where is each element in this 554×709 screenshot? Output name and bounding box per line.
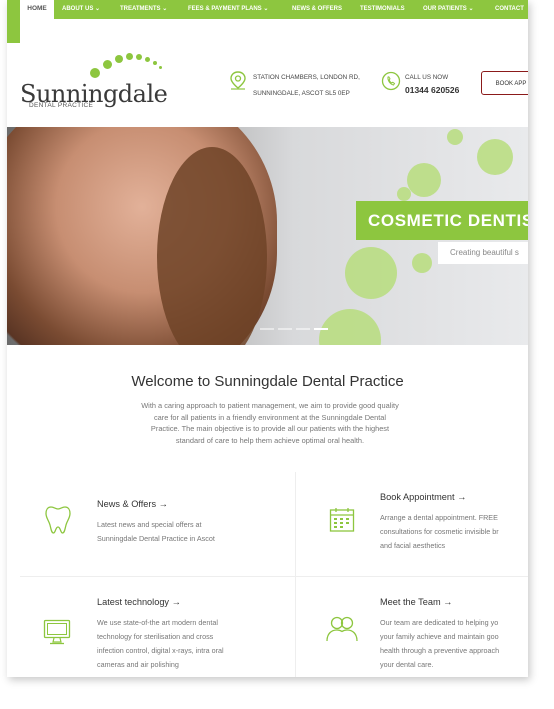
logo-dot bbox=[153, 61, 157, 65]
calendar-icon bbox=[329, 507, 355, 533]
feature-tech-desc-line: technology for sterilisation and cross bbox=[97, 632, 214, 641]
features-divider-vertical bbox=[295, 472, 296, 677]
book-appointment-button[interactable]: BOOK APP bbox=[481, 71, 528, 95]
feature-team-desc-line: your family achieve and maintain goo bbox=[380, 632, 499, 641]
feature-team-desc-line: health through a preventive approach bbox=[380, 646, 500, 655]
slider-indicator-active[interactable] bbox=[314, 328, 328, 330]
logo-dot bbox=[115, 55, 123, 63]
address-text: STATION CHAMBERS, LONDON RD, SUNNINGDALE… bbox=[253, 72, 360, 99]
nav-item-contact[interactable]: CONTACT bbox=[495, 0, 524, 19]
feature-book-description: Arrange a dental appointment. FREE consu… bbox=[380, 511, 528, 553]
feature-book-title[interactable]: Book Appointment → bbox=[380, 492, 466, 502]
hero-banner-subtitle: Creating beautiful s bbox=[438, 242, 528, 264]
logo-dot bbox=[159, 66, 162, 69]
nav-item-news-offers[interactable]: NEWS & OFFERS bbox=[292, 0, 342, 19]
nav-item-testimonials[interactable]: TESTIMONIALS bbox=[360, 0, 405, 19]
logo[interactable]: Sunningdale DENTAL PRACTICE bbox=[20, 52, 190, 114]
nav-accent-bar bbox=[7, 19, 20, 43]
feature-tech-desc-line: cameras and air polishing bbox=[97, 660, 179, 669]
feature-book-desc-line: and facial aesthetics bbox=[380, 541, 446, 550]
nav-item-home[interactable]: HOME bbox=[20, 0, 54, 19]
nav-item-fees[interactable]: FEES & PAYMENT PLANS ⌄ bbox=[188, 0, 268, 19]
slider-indicator[interactable] bbox=[278, 328, 292, 330]
slider-indicator[interactable] bbox=[260, 328, 274, 330]
decorative-bubble bbox=[397, 187, 411, 201]
feature-news-title[interactable]: News & Offers → bbox=[97, 499, 168, 509]
logo-dot bbox=[145, 57, 150, 62]
slider-indicator[interactable] bbox=[296, 328, 310, 330]
feature-book-desc-line: consultations for cosmetic invisible br bbox=[380, 527, 499, 536]
decorative-bubble bbox=[412, 253, 432, 273]
location-pin-icon bbox=[229, 71, 247, 91]
logo-subtitle: DENTAL PRACTICE bbox=[29, 102, 94, 109]
logo-dot bbox=[103, 60, 112, 69]
feature-news-desc-line: Latest news and special offers at bbox=[97, 520, 202, 529]
decorative-bubble bbox=[345, 247, 397, 299]
decorative-bubble bbox=[477, 139, 513, 175]
feature-tech-title[interactable]: Latest technology → bbox=[97, 597, 181, 607]
decorative-bubble bbox=[407, 163, 441, 197]
phone-label: CALL US NOW bbox=[405, 74, 449, 81]
feature-news-description: Latest news and special offers at Sunnin… bbox=[97, 518, 282, 546]
feature-tech-desc-line: We use state-of-the art modern dental bbox=[97, 618, 218, 627]
feature-team-title[interactable]: Meet the Team → bbox=[380, 597, 452, 607]
hero-banner-title: COSMETIC DENTIS bbox=[356, 201, 528, 240]
features-divider-horizontal bbox=[20, 576, 528, 577]
logo-dot bbox=[136, 54, 142, 60]
phone-number[interactable]: 01344 620526 bbox=[405, 85, 459, 96]
address-line-2: SUNNINGDALE, ASCOT SL5 0EP bbox=[253, 90, 350, 97]
page-frame: HOME ABOUT US ⌄ TREATMENTS ⌄ FEES & PAYM… bbox=[7, 0, 528, 677]
welcome-title: Welcome to Sunningdale Dental Practice bbox=[131, 373, 404, 390]
nav-item-about-us[interactable]: ABOUT US ⌄ bbox=[62, 0, 100, 19]
feature-book-desc-line: Arrange a dental appointment. FREE bbox=[380, 513, 498, 522]
phone-icon bbox=[381, 71, 401, 91]
feature-team-desc-line: Our team are dedicated to helping yo bbox=[380, 618, 499, 627]
feature-team-description: Our team are dedicated to helping yo you… bbox=[380, 616, 528, 672]
feature-tech-description: We use state-of-the art modern dental te… bbox=[97, 616, 287, 672]
decorative-bubble bbox=[447, 129, 463, 145]
hero-slider[interactable]: COSMETIC DENTIS Creating beautiful s bbox=[7, 127, 528, 345]
logo-dot bbox=[126, 53, 133, 60]
feature-news-desc-line: Sunningdale Dental Practice in Ascot bbox=[97, 534, 215, 543]
feature-tech-desc-line: infection control, digital x-rays, intra… bbox=[97, 646, 224, 655]
phone-text: CALL US NOW 01344 620526 bbox=[405, 72, 459, 96]
logo-dot bbox=[90, 68, 100, 78]
address-line-1: STATION CHAMBERS, LONDON RD, bbox=[253, 74, 360, 81]
tooth-icon bbox=[45, 505, 71, 535]
feature-team-desc-line: your dental care. bbox=[380, 660, 434, 669]
welcome-text: With a caring approach to patient manage… bbox=[141, 401, 399, 445]
nav-bar: HOME ABOUT US ⌄ TREATMENTS ⌄ FEES & PAYM… bbox=[7, 0, 528, 19]
nav-item-our-patients[interactable]: OUR PATIENTS ⌄ bbox=[423, 0, 473, 19]
team-icon bbox=[325, 614, 359, 642]
top-navigation: HOME ABOUT US ⌄ TREATMENTS ⌄ FEES & PAYM… bbox=[7, 0, 528, 43]
decorative-bubble bbox=[319, 309, 381, 345]
monitor-icon bbox=[43, 619, 71, 645]
nav-item-treatments[interactable]: TREATMENTS ⌄ bbox=[120, 0, 167, 19]
